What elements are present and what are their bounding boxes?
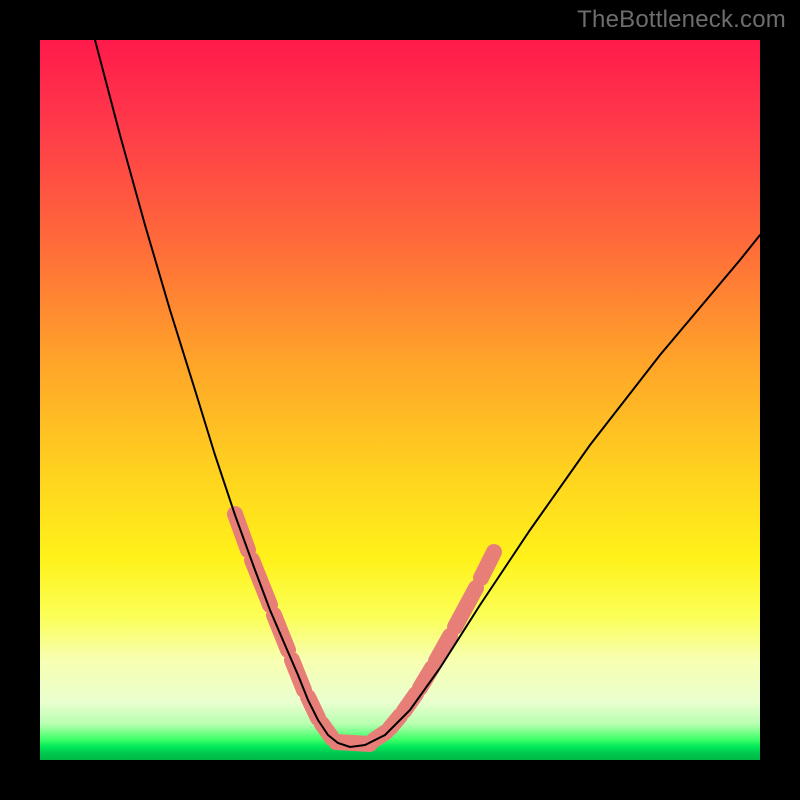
chart-frame: TheBottleneck.com: [0, 0, 800, 800]
marker-group: [235, 514, 494, 744]
plot-area: [40, 40, 760, 760]
marker-segment: [481, 552, 494, 578]
curve-layer: [40, 40, 760, 760]
marker-segment: [420, 668, 432, 688]
bottleneck-curve: [95, 40, 760, 747]
marker-segment: [455, 588, 476, 627]
watermark-text: TheBottleneck.com: [577, 6, 786, 34]
